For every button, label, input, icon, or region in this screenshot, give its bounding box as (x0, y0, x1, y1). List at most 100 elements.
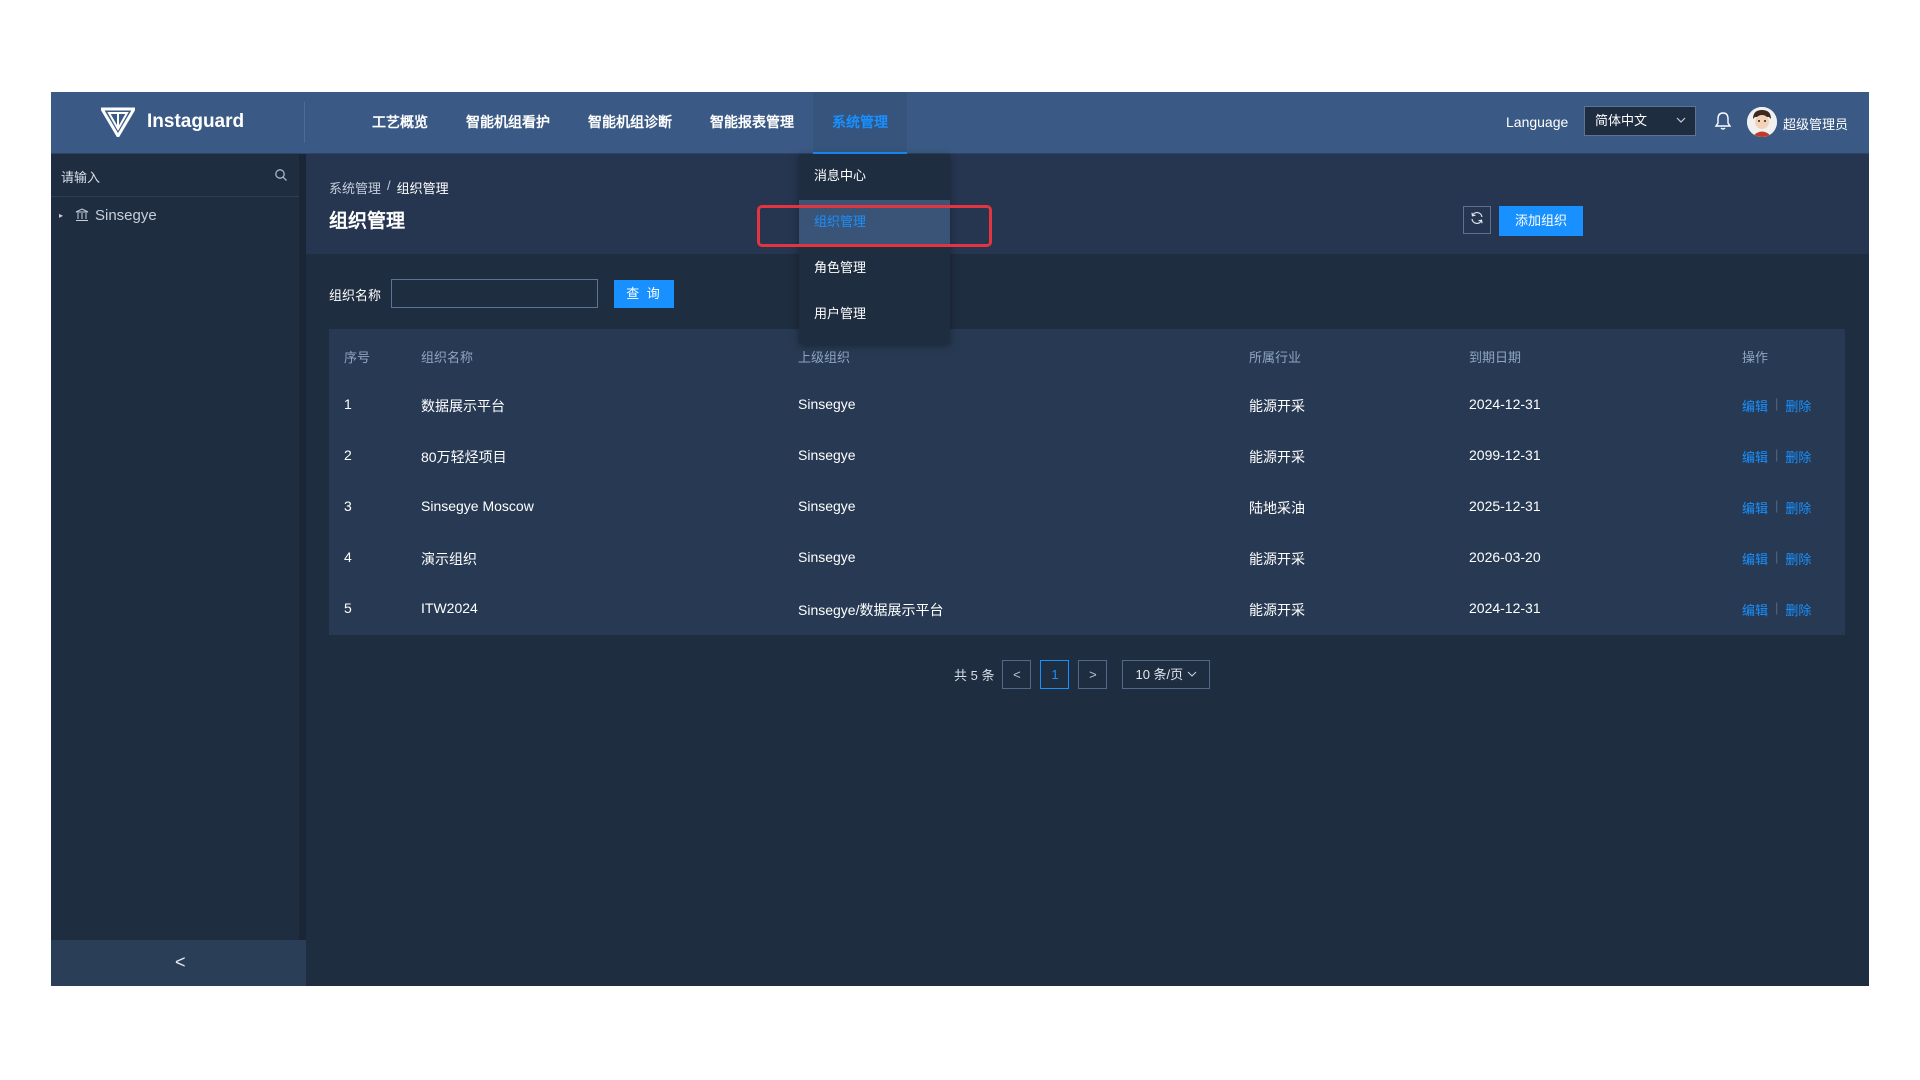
sidebar-search-input[interactable]: 请输入 (61, 167, 100, 186)
page-size-value: 10 条/页 (1135, 666, 1184, 682)
user-name[interactable]: 超级管理员 (1783, 114, 1848, 133)
next-page-button[interactable]: > (1078, 659, 1108, 689)
table-row: 3 Sinsegye Moscow Sinsegye 陆地采油 2025-12-… (329, 482, 1845, 533)
menu-item-message-center[interactable]: 消息中心 (799, 154, 950, 198)
cell-expiry: 2024-12-31 (1469, 600, 1541, 616)
cell-no: 2 (344, 447, 352, 463)
page-header: 系统管理 / 组织管理 组织管理 添加组织 (306, 154, 1869, 254)
delete-link[interactable]: 删除 (1785, 396, 1811, 415)
cell-parent: Sinsegye (798, 396, 856, 412)
action-separator: | (1775, 549, 1779, 564)
cell-parent: Sinsegye (798, 549, 856, 565)
brand-name: Instaguard (147, 111, 245, 132)
nav-item-report-management[interactable]: 智能报表管理 (691, 92, 813, 153)
column-header-name: 组织名称 (421, 350, 474, 365)
column-header-no: 序号 (344, 350, 371, 365)
page-1-button[interactable]: 1 (1040, 659, 1070, 689)
cell-parent: Sinsegye (798, 447, 856, 463)
table-row: 5 ITW2024 Sinsegye/数据展示平台 能源开采 2024-12-3… (329, 584, 1845, 635)
user-avatar[interactable] (1747, 107, 1777, 137)
cell-parent: Sinsegye/数据展示平台 (798, 602, 944, 618)
brand-logo[interactable]: Instaguard (101, 104, 244, 140)
main-nav: 工艺概览 智能机组看护 智能机组诊断 智能报表管理 系统管理 (353, 92, 907, 154)
nav-item-system-management[interactable]: 系统管理 (813, 92, 907, 154)
cell-name: 数据展示平台 (421, 398, 505, 414)
caret-right-icon[interactable]: ▸ (59, 211, 69, 220)
cell-industry: 能源开采 (1249, 398, 1305, 414)
chevron-left-icon[interactable]: < (175, 952, 186, 973)
page-title: 组织管理 (329, 211, 406, 232)
cell-no: 5 (344, 600, 352, 616)
cell-parent: Sinsegye (798, 498, 856, 514)
table-row: 1 数据展示平台 Sinsegye 能源开采 2024-12-31 编辑 | 删… (329, 380, 1845, 431)
cell-industry: 能源开采 (1249, 449, 1305, 465)
cell-industry: 能源开采 (1249, 602, 1305, 618)
org-name-filter-input[interactable] (391, 279, 598, 308)
row-actions: 编辑 | 删除 (1742, 549, 1811, 568)
chevron-down-icon (1676, 107, 1686, 146)
bell-icon[interactable] (1714, 111, 1732, 131)
prev-page-button[interactable]: < (1002, 659, 1032, 689)
row-actions: 编辑 | 删除 (1742, 600, 1811, 619)
tree-node-sinsegye[interactable]: ▸ Sinsegye (59, 203, 157, 227)
edit-link[interactable]: 编辑 (1742, 396, 1768, 415)
edit-link[interactable]: 编辑 (1742, 549, 1768, 568)
header-divider (304, 102, 305, 143)
app-window: Instaguard 工艺概览 智能机组看护 智能机组诊断 智能报表管理 系统管… (51, 92, 1869, 986)
sidebar-search[interactable]: 请输入 (51, 154, 299, 197)
search-icon[interactable] (274, 168, 288, 182)
page-size-select[interactable]: 10 条/页 (1122, 659, 1211, 689)
edit-link[interactable]: 编辑 (1742, 600, 1768, 619)
cell-name: Sinsegye Moscow (421, 498, 534, 514)
table-row: 2 80万轻烃项目 Sinsegye 能源开采 2099-12-31 编辑 | … (329, 431, 1845, 482)
refresh-icon (1470, 211, 1484, 230)
highlight-annotation-box (757, 205, 992, 247)
cell-expiry: 2099-12-31 (1469, 447, 1541, 463)
sidebar-collapse-button[interactable]: < (51, 940, 306, 986)
refresh-button[interactable] (1463, 206, 1491, 234)
column-header-industry: 所属行业 (1249, 350, 1302, 365)
breadcrumb-parent[interactable]: 系统管理 (329, 178, 381, 197)
table-row: 4 演示组织 Sinsegye 能源开采 2026-03-20 编辑 | 删除 (329, 533, 1845, 584)
cell-name: 80万轻烃项目 (421, 449, 507, 465)
menu-item-user-management[interactable]: 用户管理 (799, 292, 950, 336)
query-button[interactable]: 查 询 (614, 280, 674, 308)
column-header-actions: 操作 (1742, 350, 1769, 365)
tree-node-label: Sinsegye (95, 206, 157, 224)
org-name-filter-label: 组织名称 (329, 288, 382, 303)
cell-expiry: 2026-03-20 (1469, 549, 1541, 565)
cell-industry: 陆地采油 (1249, 500, 1305, 516)
language-select[interactable]: 简体中文 (1584, 106, 1696, 136)
bank-icon (75, 208, 89, 222)
delete-link[interactable]: 删除 (1785, 600, 1811, 619)
edit-link[interactable]: 编辑 (1742, 447, 1768, 466)
cell-expiry: 2025-12-31 (1469, 498, 1541, 514)
breadcrumb-current: 组织管理 (396, 181, 449, 196)
breadcrumb-separator: / (387, 178, 391, 193)
language-select-value: 简体中文 (1595, 113, 1648, 128)
delete-link[interactable]: 删除 (1785, 498, 1811, 517)
action-separator: | (1775, 600, 1779, 615)
column-header-parent: 上级组织 (798, 350, 851, 365)
action-separator: | (1775, 447, 1779, 462)
delete-link[interactable]: 删除 (1785, 447, 1811, 466)
pagination-total: 共 5 条 (954, 667, 995, 683)
cell-name: 演示组织 (421, 551, 477, 567)
breadcrumb: 系统管理 / 组织管理 (329, 178, 449, 197)
delete-link[interactable]: 删除 (1785, 549, 1811, 568)
edit-link[interactable]: 编辑 (1742, 498, 1768, 517)
column-header-expiry: 到期日期 (1469, 350, 1522, 365)
menu-item-role-management[interactable]: 角色管理 (799, 246, 950, 290)
row-actions: 编辑 | 删除 (1742, 447, 1811, 466)
row-actions: 编辑 | 删除 (1742, 498, 1811, 517)
cell-name: ITW2024 (421, 600, 478, 616)
nav-item-unit-diagnosis[interactable]: 智能机组诊断 (569, 92, 691, 153)
nav-item-process-overview[interactable]: 工艺概览 (353, 92, 447, 153)
cell-no: 4 (344, 549, 352, 565)
add-organization-button[interactable]: 添加组织 (1499, 206, 1583, 236)
instaguard-logo-icon (101, 107, 135, 137)
system-management-dropdown: 消息中心 组织管理 角色管理 用户管理 (799, 154, 950, 344)
nav-item-unit-monitoring[interactable]: 智能机组看护 (447, 92, 569, 153)
cell-expiry: 2024-12-31 (1469, 396, 1541, 412)
chevron-down-icon (1187, 667, 1197, 682)
